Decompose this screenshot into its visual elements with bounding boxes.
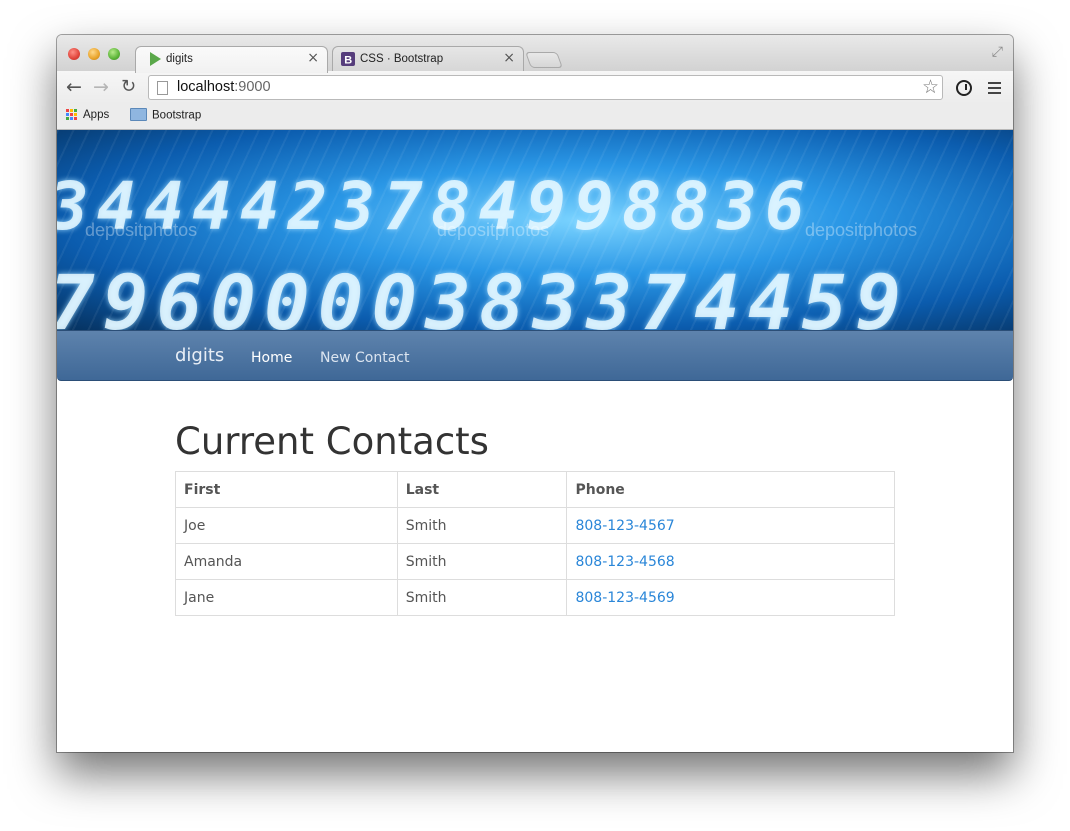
bootstrap-icon: B	[341, 52, 355, 66]
cell-last: Smith	[396, 507, 568, 544]
extension-icon[interactable]	[956, 80, 972, 96]
close-tab-icon[interactable]: ×	[503, 50, 515, 66]
cell-first: Joe	[175, 507, 398, 544]
bookmarks-bar: Apps Bootstrap	[57, 104, 1013, 130]
folder-icon	[130, 108, 147, 121]
column-header-last: Last	[396, 471, 568, 508]
cell-last: Smith	[396, 579, 568, 616]
back-arrow-icon[interactable]: ←	[66, 77, 82, 97]
tab-title: CSS · Bootstrap	[360, 53, 444, 65]
address-bar[interactable]: localhost:9000 ☆	[148, 75, 943, 100]
contacts-table: First Last Phone Joe Smith 808-123-4567 …	[175, 471, 895, 616]
page-icon	[157, 81, 168, 95]
bookmark-label: Apps	[83, 109, 110, 121]
cell-first: Amanda	[175, 543, 398, 580]
cell-first: Jane	[175, 579, 398, 616]
apps-grid-icon	[66, 109, 77, 121]
minimize-window-button[interactable]	[88, 48, 100, 60]
tab-title: digits	[166, 53, 193, 65]
banner-image: 3444423784998836 depositphotos depositph…	[57, 130, 1013, 330]
url-port: :9000	[234, 79, 271, 95]
close-tab-icon[interactable]: ×	[307, 50, 319, 66]
fullscreen-icon[interactable]: ⤢	[992, 44, 1003, 60]
play-icon	[150, 52, 161, 66]
browser-window: digits × B CSS · Bootstrap × ⤢ ← → ↻ loc…	[57, 35, 1013, 752]
tab-css-bootstrap[interactable]: B CSS · Bootstrap ×	[332, 46, 524, 72]
tab-strip: digits × B CSS · Bootstrap × ⤢	[57, 35, 1013, 73]
svg-text:B: B	[344, 55, 352, 67]
table-row: Jane Smith 808-123-4569	[175, 579, 895, 616]
table-row: Joe Smith 808-123-4567	[175, 507, 895, 544]
banner-watermark: depositphotos	[437, 220, 550, 240]
bookmark-bootstrap[interactable]: Bootstrap	[130, 108, 202, 122]
banner-watermark: depositphotos	[85, 220, 198, 240]
url-host: localhost	[177, 79, 235, 95]
cell-phone: 808-123-4569	[566, 579, 895, 616]
bookmark-star-icon[interactable]: ☆	[922, 76, 939, 98]
phone-link[interactable]: 808-123-4568	[575, 554, 674, 570]
phone-link[interactable]: 808-123-4567	[575, 518, 674, 534]
url-text[interactable]: localhost:9000	[177, 79, 271, 95]
nav-home-link[interactable]: Home	[251, 350, 292, 366]
column-header-first: First	[175, 471, 398, 508]
phone-link[interactable]: 808-123-4569	[575, 590, 674, 606]
cell-phone: 808-123-4568	[566, 543, 895, 580]
forward-arrow-icon[interactable]: →	[93, 77, 109, 97]
page-title: Current Contacts	[175, 420, 489, 463]
menu-icon[interactable]	[988, 82, 1001, 97]
site-navbar: digits Home New Contact	[57, 330, 1013, 381]
banner-digits-row: 7960000383374459	[57, 258, 910, 330]
tab-digits[interactable]: digits ×	[135, 46, 328, 73]
reload-icon[interactable]: ↻	[121, 77, 136, 97]
table-header-row: First Last Phone	[175, 471, 895, 508]
zoom-window-button[interactable]	[108, 48, 120, 60]
navbar-brand[interactable]: digits	[175, 345, 224, 366]
table-row: Amanda Smith 808-123-4568	[175, 543, 895, 580]
new-tab-button[interactable]	[525, 52, 563, 68]
close-window-button[interactable]	[68, 48, 80, 60]
banner-watermark: depositphotos	[805, 220, 918, 240]
bookmark-label: Bootstrap	[152, 109, 202, 122]
nav-new-contact-link[interactable]: New Contact	[320, 350, 409, 366]
cell-phone: 808-123-4567	[566, 507, 895, 544]
cell-last: Smith	[396, 543, 568, 580]
bookmark-apps[interactable]: Apps	[66, 109, 109, 121]
column-header-phone: Phone	[566, 471, 895, 508]
page-content: 3444423784998836 depositphotos depositph…	[57, 130, 1013, 752]
browser-toolbar: ← → ↻ localhost:9000 ☆	[57, 71, 1013, 104]
